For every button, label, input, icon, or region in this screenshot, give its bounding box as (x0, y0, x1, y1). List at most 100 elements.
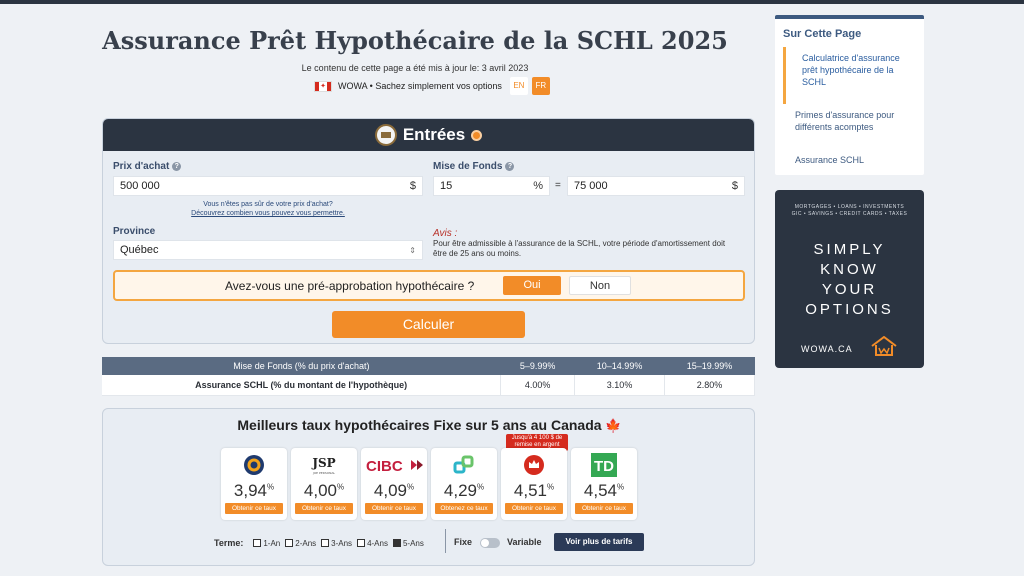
lender-card[interactable]: TD 4,54% Obtenir ce taux (571, 448, 637, 520)
rates-title: Meilleurs taux hypothécaires Fixe sur 5 … (103, 417, 756, 434)
rate-number: 3,94 (233, 481, 267, 500)
rate-percent: % (406, 482, 415, 492)
prix-input[interactable]: 500 000 $ (113, 176, 423, 196)
help-icon[interactable]: ? (172, 161, 182, 171)
ad-slogan-line: OPTIONS (805, 301, 894, 318)
maple-leaf-icon: 🍁 (605, 418, 622, 433)
table-of-contents: Sur Cette Page Calculatrice d'assurance … (775, 15, 924, 175)
page-title: Assurance Prêt Hypothécaire de la SCHL 2… (102, 26, 728, 55)
rate-number: 4,09 (373, 481, 407, 500)
avis-text: Pour être admissible à l'assurance de la… (433, 239, 726, 258)
non-button[interactable]: Non (569, 276, 631, 295)
rate-value: 4,29% (431, 481, 497, 501)
rate-value: 4,51% (501, 481, 567, 501)
toc-item-premiums[interactable]: Primes d'assurance pour différents acomp… (795, 109, 905, 133)
get-rate-button[interactable]: Obtenir ce taux (575, 503, 633, 514)
rate-number: 4,29 (443, 481, 477, 500)
get-rate-button[interactable]: Obtenir ce taux (505, 503, 563, 514)
term-checkbox[interactable] (321, 539, 330, 547)
preapproval-question: Avez-vous une pré-approbation hypothécai… (225, 279, 475, 293)
lang-fr-button[interactable]: FR (531, 77, 550, 95)
prix-label: Prix d'achat? (113, 161, 182, 172)
help-icon[interactable]: ? (505, 161, 515, 171)
calculator-logo-icon (374, 124, 397, 146)
oui-button[interactable]: Oui (503, 276, 561, 295)
province-value: Québec (120, 244, 159, 256)
mise-amount-input[interactable]: 75 000 $ (567, 176, 745, 196)
toc-item-calculator[interactable]: Calculatrice d'assurance prêt hypothécai… (802, 52, 912, 88)
lender-card[interactable]: 4,29% Obtenez ce taux (431, 448, 497, 520)
rate-type-toggle[interactable] (480, 538, 500, 548)
term-checkbox[interactable] (357, 539, 366, 547)
table-header: 5–9.99% (500, 357, 575, 375)
rate-percent: % (266, 482, 275, 492)
brand-tagline: WOWA • Sachez simplement vos options (338, 81, 502, 91)
term-selector: Terme: 1-An 2-Ans 3-Ans 4-Ans 5-Ans (214, 536, 424, 550)
info-dot-icon[interactable] (471, 129, 483, 141)
avis-title: Avis : (433, 228, 458, 239)
mise-percent-input[interactable]: 15 % (433, 176, 550, 196)
svg-text:CIBC: CIBC (366, 458, 403, 474)
lender-logo-icon (431, 453, 497, 477)
premium-table: Mise de Fonds (% du prix d'achat) 5–9.99… (102, 357, 755, 396)
table-header-row: Mise de Fonds (% du prix d'achat) 5–9.99… (102, 357, 755, 375)
rate-value: 4,09% (361, 481, 427, 501)
table-cell: 3.10% (574, 375, 666, 396)
lender-card[interactable]: JSP JOE PERSONAL 4,00% Obtenir ce taux (291, 448, 357, 520)
fixe-label: Fixe (454, 537, 473, 547)
wowa-ad[interactable]: MORTGAGES • LOANS • INVESTMENTS GIC • SA… (775, 190, 924, 368)
term-option-label: 1-An (263, 538, 281, 548)
table-header: 10–14.99% (574, 357, 665, 375)
calculer-button[interactable]: Calculer (332, 311, 525, 338)
term-checkbox[interactable] (253, 539, 262, 547)
afford-link[interactable]: Découvrez combien vous pouvez vous perme… (191, 210, 345, 217)
prix-hint-question: Vous n'êtes pas sûr de votre prix d'acha… (203, 201, 333, 208)
toc-active-indicator (783, 47, 786, 104)
get-rate-button[interactable]: Obtenir ce taux (225, 503, 283, 514)
ad-brand: WOWA.CA (801, 344, 853, 354)
more-rates-button[interactable]: Voir plus de tarifs (554, 533, 644, 551)
preapproval-box: Avez-vous une pré-approbation hypothécai… (113, 270, 745, 301)
cibc-logo-icon: CIBC (361, 453, 427, 477)
term-checkbox[interactable] (285, 539, 294, 547)
ad-slogan-line: SIMPLY (813, 241, 886, 258)
equals-sign: = (555, 180, 561, 191)
ad-services-2: GIC • SAVINGS • CREDIT CARDS • TAXES (791, 211, 908, 217)
term-option-label: 2-Ans (295, 538, 317, 548)
prix-hint: Vous n'êtes pas sûr de votre prix d'acha… (113, 200, 423, 218)
lender-logo-icon (501, 453, 567, 477)
svg-text:TD: TD (594, 458, 614, 475)
lang-en-button[interactable]: EN (509, 77, 528, 95)
lender-card[interactable]: 3,94% Obtenir ce taux (221, 448, 287, 520)
dollar-unit: $ (409, 180, 416, 192)
rate-value: 4,54% (571, 481, 637, 501)
rate-number: 4,54 (583, 481, 617, 500)
rate-percent: % (336, 482, 345, 492)
variable-label: Variable (507, 537, 542, 547)
inputs-header: Entrées (103, 119, 754, 151)
mise-label-text: Mise de Fonds (433, 161, 503, 172)
term-option-label: 3-Ans (331, 538, 353, 548)
prix-value: 500 000 (120, 180, 160, 192)
get-rate-button[interactable]: Obtenez ce taux (435, 503, 493, 514)
lender-card[interactable]: 4,51% Obtenir ce taux (501, 448, 567, 520)
toc-item-assurance[interactable]: Assurance SCHL (795, 154, 905, 166)
province-select[interactable]: Québec ⇕ (113, 240, 423, 260)
lender-card[interactable]: CIBC 4,09% Obtenir ce taux (361, 448, 427, 520)
table-cell: Assurance SCHL (% du montant de l'hypoth… (102, 375, 502, 396)
rate-percent: % (546, 482, 555, 492)
mise-percent-value: 15 (440, 180, 453, 192)
term-checkbox-checked[interactable] (392, 539, 401, 547)
rate-value: 4,00% (291, 481, 357, 501)
get-rate-button[interactable]: Obtenir ce taux (365, 503, 423, 514)
province-label: Province (113, 226, 156, 237)
rates-title-text: Meilleurs taux hypothécaires Fixe sur 5 … (237, 417, 602, 433)
term-option-label: 4-Ans (367, 538, 388, 548)
rate-percent: % (616, 482, 625, 492)
rates-section: Meilleurs taux hypothécaires Fixe sur 5 … (102, 408, 755, 566)
ad-services-1: MORTGAGES • LOANS • INVESTMENTS (794, 204, 905, 210)
table-header: 15–19.99% (664, 357, 755, 375)
get-rate-button[interactable]: Obtenir ce taux (295, 503, 353, 514)
mise-label: Mise de Fonds? (433, 161, 515, 172)
select-arrows-icon: ⇕ (409, 245, 416, 255)
